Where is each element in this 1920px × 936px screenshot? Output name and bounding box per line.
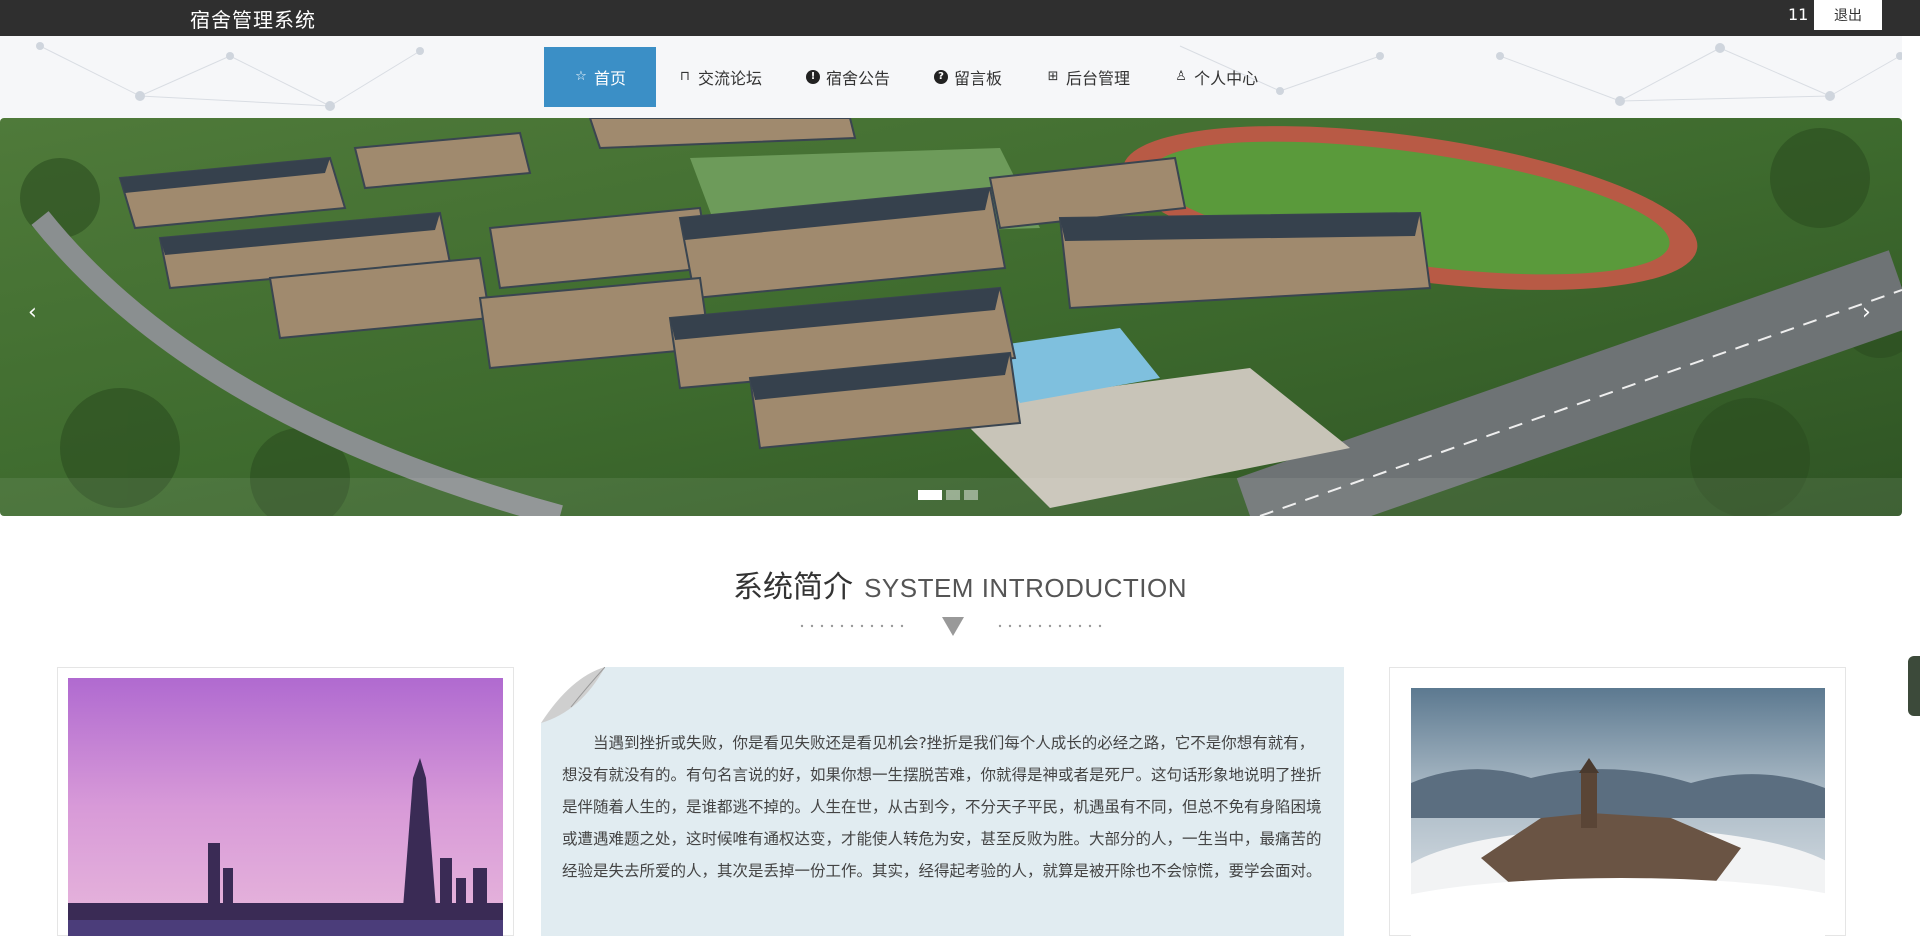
logout-button[interactable]: 退出 [1814,0,1882,30]
intro-image-right [1389,667,1846,936]
username: 11 [1788,5,1809,24]
top-bar: 宿舍管理系统 11 退出 [0,0,1920,36]
nav-item-admin[interactable]: ⊞ 后台管理 [1024,47,1152,107]
intro-body: 当遇到挫折或失败，你是看见失败还是看见机会?挫折是我们每个人成长的必经之路，它不… [562,734,1322,880]
side-scroll-handle[interactable] [1908,656,1920,716]
gift-icon: ⊞ [1047,69,1059,84]
carousel-dot[interactable] [946,490,960,500]
carousel-dot[interactable] [918,490,942,500]
nav-item-profile[interactable]: ♙ 个人中心 [1152,47,1280,107]
carousel-prev-button[interactable]: ‹ [28,300,37,325]
nav-label: 后台管理 [1066,69,1131,88]
nav-item-message-board[interactable]: ? 留言板 [912,47,1024,107]
nav-item-home[interactable]: ☆ 首页 [544,47,656,107]
main-nav: ☆ 首页 ⊓ 交流论坛 ! 宿舍公告 ? 留言板 ⊞ 后台管理 ♙ 个人中心 [544,47,1280,107]
carousel-indicators [918,490,978,500]
carousel-dot[interactable] [964,490,978,500]
section-title-en: SYSTEM INTRODUCTION [864,573,1188,603]
question-icon: ? [934,70,949,84]
campus-aerial-image [0,118,1902,516]
carousel-next-button[interactable]: › [1862,300,1871,325]
page-curl-decoration [541,667,605,723]
intro-image-left [57,667,514,936]
hilltop-town-image [1411,688,1825,936]
nav-bar: ☆ 首页 ⊓ 交流论坛 ! 宿舍公告 ? 留言板 ⊞ 后台管理 ♙ 个人中心 [0,36,1902,118]
nav-label: 交流论坛 [698,69,763,88]
bag-icon: ⊓ [679,69,691,84]
nav-item-forum[interactable]: ⊓ 交流论坛 [656,47,784,107]
app-title: 宿舍管理系统 [190,8,316,32]
title-divider [800,617,1102,636]
nav-label: 首页 [593,69,626,88]
user-icon: ♙ [1175,69,1187,84]
city-skyline-image [68,678,503,936]
intro-text-card: 当遇到挫折或失败，你是看见失败还是看见机会?挫折是我们每个人成长的必经之路，它不… [541,667,1344,936]
nav-label: 宿舍公告 [826,69,891,88]
hero-carousel: ‹ › [0,118,1902,516]
star-icon: ☆ [575,69,587,84]
section-title-cn: 系统简介 [732,570,853,605]
nav-label: 个人中心 [1194,69,1259,88]
nav-item-notice[interactable]: ! 宿舍公告 [784,47,912,107]
exclamation-icon: ! [806,70,821,84]
nav-label: 留言板 [954,69,1003,88]
section-title: 系统简介 SYSTEM INTRODUCTION [0,562,1920,606]
